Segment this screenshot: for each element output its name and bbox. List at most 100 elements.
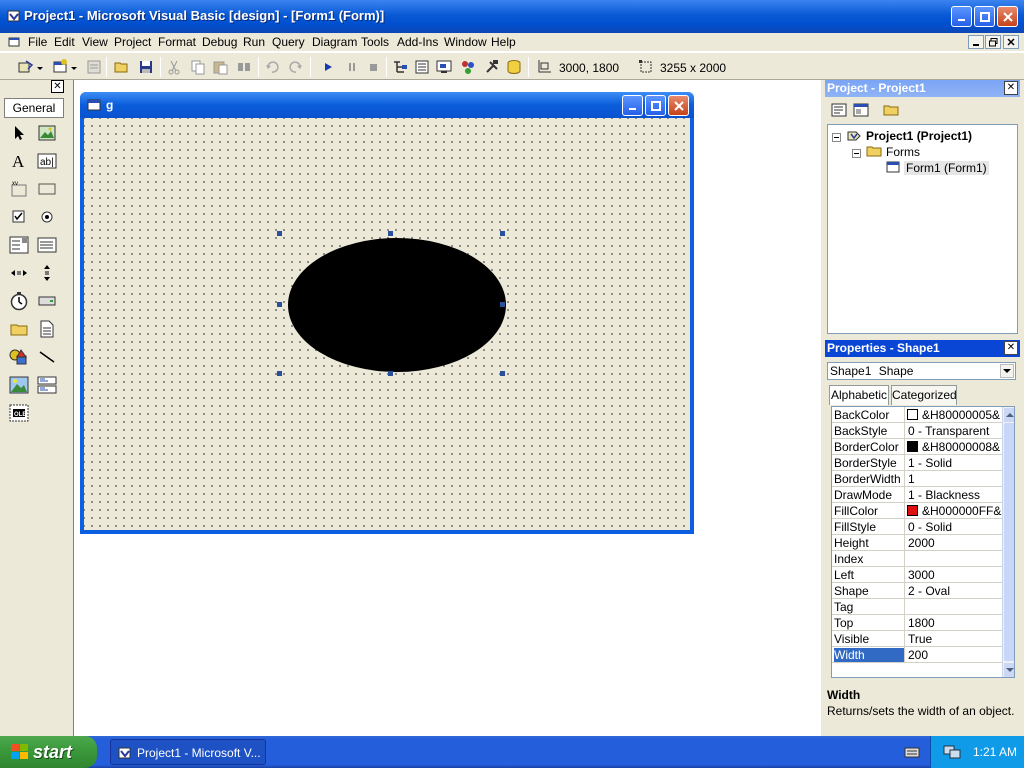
add-form-icon[interactable] (52, 59, 68, 75)
tree-expander-icon[interactable] (852, 147, 861, 161)
shape-tool[interactable] (8, 346, 30, 368)
add-project-icon[interactable] (18, 59, 34, 75)
property-row-borderwidth[interactable]: BorderWidth 1 (832, 471, 1002, 487)
frame-tool[interactable]: xv (8, 178, 30, 200)
property-value[interactable]: 2 - Oval (908, 584, 1002, 598)
property-value[interactable]: 0 - Solid (908, 520, 1002, 534)
save-icon[interactable] (138, 59, 154, 75)
property-value[interactable]: 3000 (908, 568, 1002, 582)
property-row-fillcolor[interactable]: FillColor &H000000FF& (832, 503, 1002, 519)
maximize-button[interactable] (974, 6, 995, 27)
find-icon[interactable] (236, 59, 252, 75)
scroll-up-icon[interactable] (1004, 408, 1014, 422)
property-grid-scrollbar[interactable] (1002, 407, 1014, 677)
form-title-bar[interactable]: g (80, 92, 694, 118)
chevron-down-icon[interactable] (70, 59, 78, 75)
property-row-backstyle[interactable]: BackStyle 0 - Transparent (832, 423, 1002, 439)
project-explorer-icon[interactable] (392, 59, 408, 75)
tree-forms-folder[interactable]: Forms (886, 145, 920, 159)
property-row-fillstyle[interactable]: FillStyle 0 - Solid (832, 519, 1002, 535)
property-value[interactable]: 2000 (908, 536, 1002, 550)
mdi-restore-button[interactable] (985, 35, 1001, 49)
property-row-visible[interactable]: Visible True (832, 631, 1002, 647)
resize-handle-s[interactable] (388, 371, 393, 376)
view-object-icon[interactable] (853, 102, 869, 121)
data-view-icon[interactable] (506, 59, 522, 75)
form-canvas[interactable] (84, 118, 690, 530)
property-value[interactable]: &H80000005& (922, 408, 1002, 422)
undo-icon[interactable] (264, 59, 280, 75)
property-value[interactable]: &H80000008& (922, 440, 1002, 454)
property-row-left[interactable]: Left 3000 (832, 567, 1002, 583)
menu-edit[interactable]: Edit (54, 35, 75, 49)
menu-file[interactable]: File (28, 35, 47, 49)
start-button[interactable]: start (0, 736, 97, 768)
open-folder-icon[interactable] (114, 59, 130, 75)
combobox-tool[interactable] (8, 234, 30, 256)
toggle-folders-icon[interactable] (883, 102, 899, 121)
tab-categorized[interactable]: Categorized (891, 385, 957, 405)
redo-icon[interactable] (288, 59, 304, 75)
property-row-height[interactable]: Height 2000 (832, 535, 1002, 551)
vscrollbar-tool[interactable] (36, 262, 58, 284)
menu-add-ins[interactable]: Add-Ins (397, 35, 438, 49)
property-value[interactable]: 0 - Transparent (908, 424, 1002, 438)
menu-view[interactable]: View (82, 35, 108, 49)
project-panel-close-button[interactable]: ✕ (1004, 81, 1018, 95)
form-maximize-button[interactable] (645, 95, 666, 116)
mdi-close-button[interactable] (1003, 35, 1019, 49)
property-row-index[interactable]: Index (832, 551, 1002, 567)
menu-window[interactable]: Window (444, 35, 487, 49)
property-row-borderstyle[interactable]: BorderStyle 1 - Solid (832, 455, 1002, 471)
picturebox-tool[interactable] (36, 122, 58, 144)
view-code-icon[interactable] (831, 102, 847, 121)
keyboard-icon[interactable] (904, 744, 920, 763)
property-value[interactable]: 1 - Blackness (908, 488, 1002, 502)
properties-window-icon[interactable] (414, 59, 430, 75)
resize-handle-ne[interactable] (500, 231, 505, 236)
form-layout-icon[interactable] (436, 59, 452, 75)
drivelistbox-tool[interactable] (36, 290, 58, 312)
object-selector[interactable]: Shape1 Shape (827, 362, 1016, 380)
property-row-tag[interactable]: Tag (832, 599, 1002, 615)
taskbar-item-vb[interactable]: Project1 - Microsoft V... (110, 739, 266, 765)
toolbox-general-tab[interactable]: General (4, 98, 64, 118)
paste-icon[interactable] (212, 59, 228, 75)
ole-tool[interactable]: OLE (8, 402, 30, 424)
property-value[interactable]: 1 - Solid (908, 456, 1002, 470)
start-run-icon[interactable] (320, 59, 336, 75)
clock[interactable]: 1:21 AM (973, 745, 1017, 759)
chevron-down-icon[interactable] (1000, 364, 1014, 378)
textbox-tool[interactable]: ab| (36, 150, 58, 172)
menu-help[interactable]: Help (491, 35, 516, 49)
line-tool[interactable] (36, 346, 58, 368)
break-icon[interactable] (344, 59, 360, 75)
close-button[interactable] (997, 6, 1018, 27)
property-row-backcolor[interactable]: BackColor &H80000005& (832, 407, 1002, 423)
listbox-tool[interactable] (36, 234, 58, 256)
toolbox-close-button[interactable]: ✕ (51, 80, 64, 93)
property-row-width[interactable]: Width 200 (832, 647, 1002, 663)
vb-app-icon[interactable] (6, 8, 22, 24)
scroll-down-icon[interactable] (1004, 663, 1014, 677)
label-tool[interactable]: A (8, 150, 30, 172)
resize-handle-n[interactable] (388, 231, 393, 236)
checkbox-tool[interactable] (8, 206, 30, 228)
tree-form1-node[interactable]: Form1 (Form1) (904, 161, 989, 175)
resize-handle-w[interactable] (277, 302, 282, 307)
property-value[interactable]: 200 (908, 648, 1002, 662)
object-browser-icon[interactable] (460, 59, 476, 75)
cut-icon[interactable] (166, 59, 182, 75)
form-system-menu-icon[interactable] (8, 36, 20, 51)
property-row-shape[interactable]: Shape 2 - Oval (832, 583, 1002, 599)
menu-run[interactable]: Run (243, 35, 265, 49)
menu-project[interactable]: Project (114, 35, 151, 49)
optionbutton-tool[interactable] (36, 206, 58, 228)
property-row-bordercolor[interactable]: BorderColor &H80000008& (832, 439, 1002, 455)
scroll-thumb[interactable] (1004, 423, 1014, 661)
form-close-button[interactable] (668, 95, 689, 116)
tree-expander-icon[interactable] (832, 131, 841, 145)
dirlistbox-tool[interactable] (8, 318, 30, 340)
end-run-icon[interactable] (366, 59, 382, 75)
menu-query[interactable]: Query (272, 35, 305, 49)
